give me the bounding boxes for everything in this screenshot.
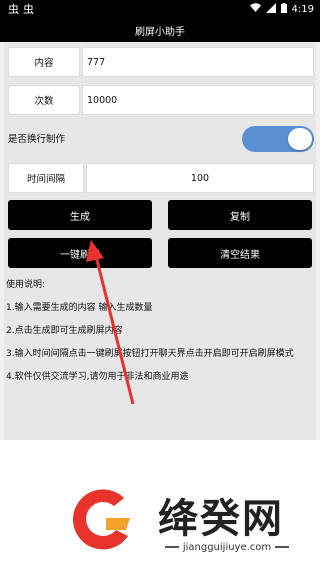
status-right: 4:19 [249,2,320,16]
logo-icon [72,489,130,550]
brand-name: 绛癸网 [158,496,284,542]
one-click-button[interactable]: 一键刷屏 [8,238,152,268]
status-bar: 虫 虫 4:19 [0,0,320,18]
interval-label: 时间间隔 [8,163,84,193]
status-time: 4:19 [291,3,314,15]
instruction-item: 4.软件仅供交流学习,请勿用于非法和商业用途 [6,372,189,382]
count-input[interactable]: 10000 [82,85,314,115]
interval-input[interactable]: 100 [86,163,314,193]
instructions: 使用说明: 1.输入需要生成的内容 输入生成数量 2.点击生成即可生成刷屏内容 … [6,279,312,383]
brand-url-text: jiangguijiuye.com [182,541,272,553]
content-input[interactable]: 777 [82,47,314,77]
bug-icon: 虫 [23,3,34,16]
newline-label: 是否换行制作 [8,134,66,145]
instruction-item: 1.输入需要生成的内容 输入生成数量 [6,303,153,313]
instructions-title: 使用说明: [6,280,46,290]
generate-button[interactable]: 生成 [8,200,152,230]
app-bar: 刷屏小助手 [0,18,320,42]
app-title: 刷屏小助手 [135,26,185,38]
instruction-item: 3.输入时间间隔点击一键刷屏按钮打开聊天界点击开启即可开启刷屏模式 [6,349,294,359]
content-label: 内容 [8,47,80,77]
newline-toggle[interactable] [242,126,314,152]
copy-button[interactable]: 复制 [168,200,312,230]
battery-icon [280,2,287,16]
signal-icon [265,2,276,16]
bug-icon: 虫 [8,3,19,16]
clear-button[interactable]: 清空结果 [168,238,312,268]
toggle-knob [288,128,312,150]
status-left-icons: 虫 虫 [0,1,34,17]
count-label: 次数 [8,85,80,115]
instruction-item: 2.点击生成即可生成刷屏内容 [6,326,123,336]
brand-url: jiangguijiuye.com [152,540,302,554]
wifi-icon [249,3,261,15]
form-panel: 内容 777 次数 10000 是否换行制作 时间间隔 100 生成 复制 一键… [4,42,316,482]
